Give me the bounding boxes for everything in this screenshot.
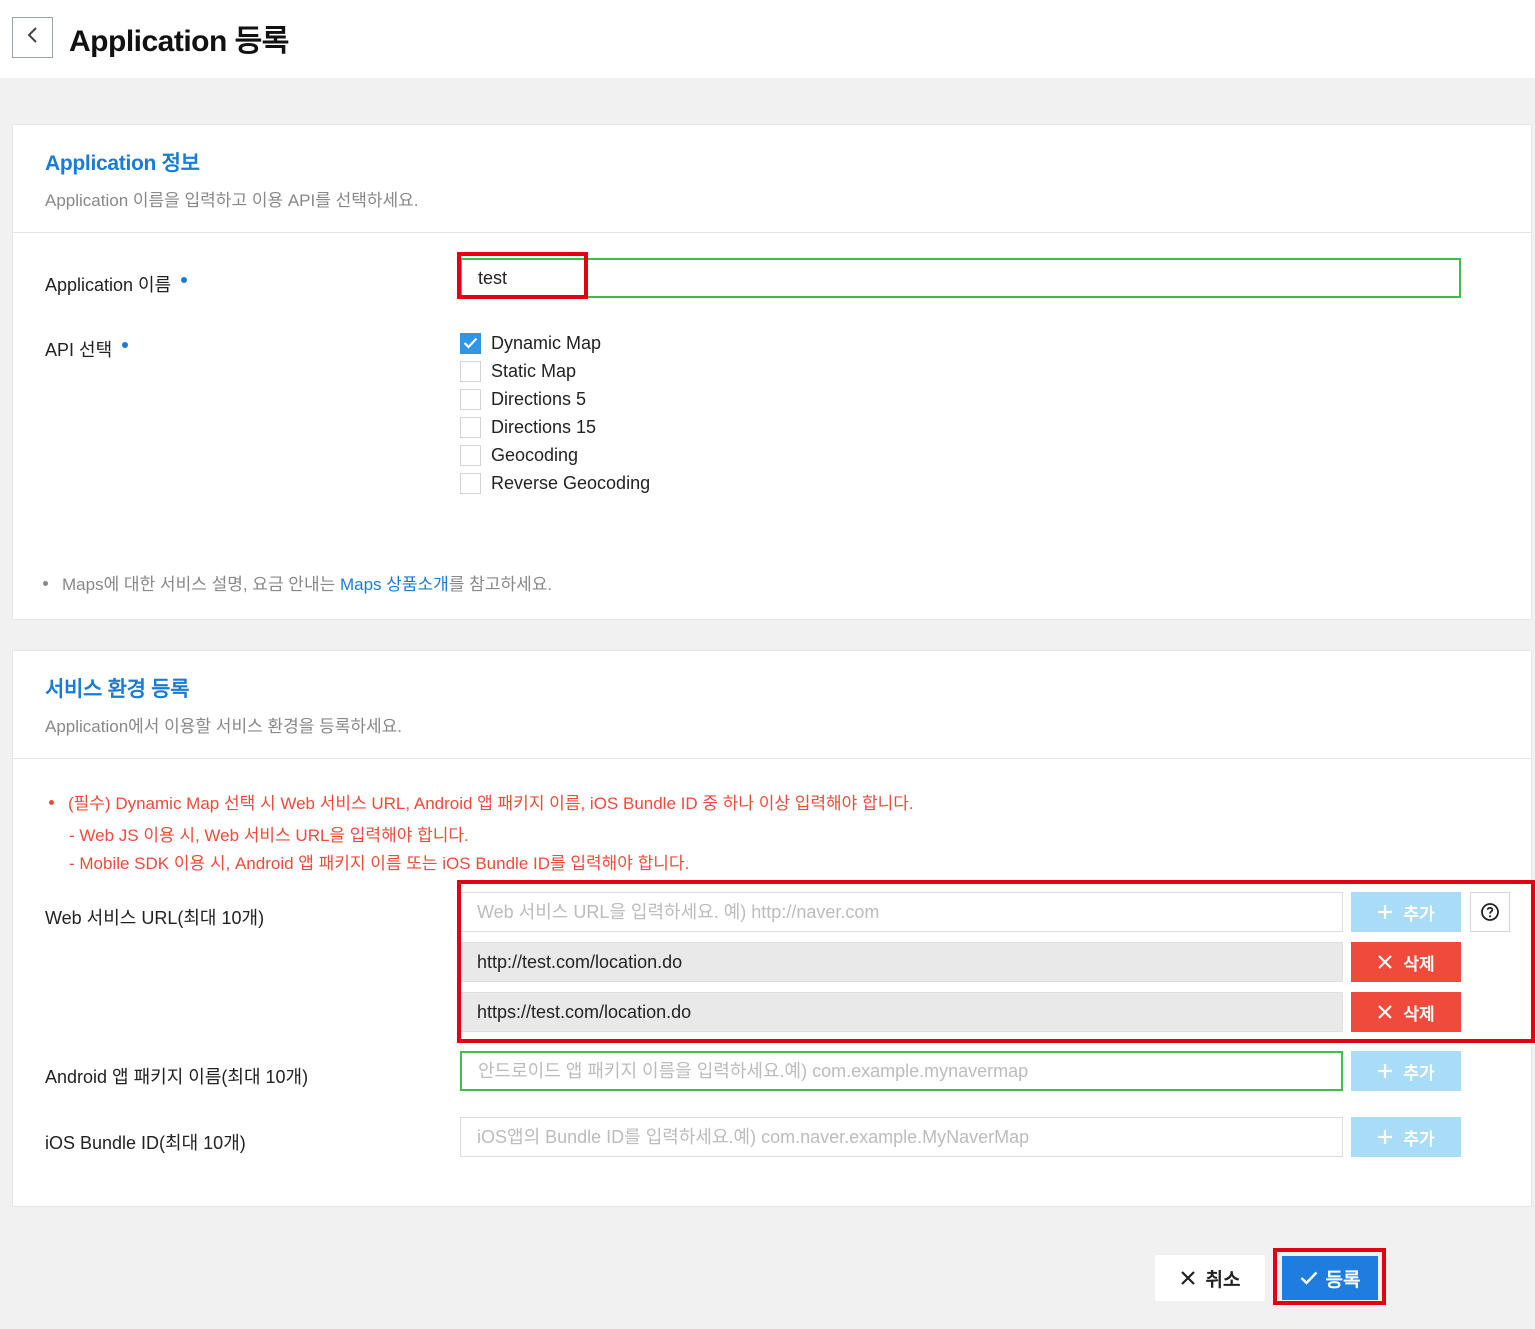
help-button[interactable] [1470,892,1510,932]
add-ios-bundle-button[interactable]: 추가 [1351,1117,1461,1157]
delete-web-url-button-1[interactable]: 삭제 [1351,942,1461,982]
api-checkbox-directions-15[interactable]: Directions 15 [460,416,596,438]
checkbox-unchecked[interactable] [460,416,481,438]
divider [13,232,1531,233]
web-url-label: Web 서비스 URL(최대 10개) [45,908,265,928]
app-name-label-text: Application 이름 [45,275,172,295]
api-label: Directions 5 [491,388,587,409]
divider [13,758,1531,759]
api-checkbox-reverse-geocoding[interactable]: Reverse Geocoding [460,472,650,494]
cancel-button[interactable]: 취소 [1155,1255,1265,1301]
add-android-package-button[interactable]: 추가 [1351,1051,1461,1091]
warning-main-text: (필수) Dynamic Map 선택 시 Web 서비스 URL, Andro… [68,794,914,813]
web-url-input[interactable] [460,892,1343,932]
api-checkbox-directions-5[interactable]: Directions 5 [460,388,586,410]
app-name-input[interactable] [460,258,1461,298]
plus-icon [1378,905,1393,919]
delete-label: 삭제 [1403,954,1435,974]
web-url-entry-2[interactable] [460,992,1343,1032]
required-warning: (필수) Dynamic Map 선택 시 Web 서비스 URL, Andro… [49,789,914,814]
required-dot [122,342,129,348]
api-select-label-text: API 선택 [45,340,113,360]
add-web-url-button[interactable]: 추가 [1351,892,1461,932]
top-bar: Application 등록 [0,0,1535,78]
delete-web-url-button-2[interactable]: 삭제 [1351,992,1461,1032]
submit-button[interactable]: 등록 [1282,1256,1378,1300]
back-button[interactable] [12,17,53,58]
maps-product-link[interactable]: Maps 상품소개 [340,575,449,594]
cancel-label: 취소 [1205,1269,1241,1291]
add-label: 추가 [1403,904,1435,924]
api-label: Geocoding [491,444,579,465]
api-select-label: API 선택 [45,336,129,362]
question-circle-icon [1481,903,1499,921]
section-desc-service-env: Application에서 이용할 서비스 환경을 등록하세요. [45,717,403,736]
close-icon [1378,955,1393,969]
submit-label: 등록 [1325,1269,1361,1291]
checkbox-unchecked[interactable] [460,444,481,466]
warning-sub-webjs: - Web JS 이용 시, Web 서비스 URL을 입력해야 합니다. [69,826,469,845]
check-icon [463,337,478,349]
android-package-label: Android 앱 패키지 이름(최대 10개) [45,1067,309,1087]
app-name-label: Application 이름 [45,271,188,297]
api-checkbox-static-map[interactable]: Static Map [460,360,576,382]
ios-bundle-input[interactable] [460,1117,1343,1157]
chevron-left-icon [26,26,40,49]
page-title: Application 등록 [69,25,289,58]
api-checkbox-dynamic-map[interactable]: Dynamic Map [460,332,601,354]
add-label: 추가 [1403,1063,1435,1083]
delete-label: 삭제 [1403,1004,1435,1024]
section-desc-app-info: Application 이름을 입력하고 이용 API를 선택하세요. [45,191,419,210]
add-label: 추가 [1403,1129,1435,1149]
checkbox-unchecked[interactable] [460,388,481,410]
checkbox-checked[interactable] [460,332,481,354]
section-title-service-env: 서비스 환경 등록 [45,678,190,701]
bullet [49,800,54,805]
api-label: Dynamic Map [491,332,602,353]
plus-icon [1378,1064,1393,1078]
note-text-suffix: 를 참고하세요. [448,575,553,594]
close-icon [1180,1271,1195,1285]
bullet [43,581,48,586]
api-checkbox-geocoding[interactable]: Geocoding [460,444,578,466]
note-text: Maps에 대한 서비스 설명, 요금 안내는 [62,575,340,594]
warning-sub-mobile: - Mobile SDK 이용 시, Android 앱 패키지 이름 또는 i… [69,854,690,873]
maps-info-note: Maps에 대한 서비스 설명, 요금 안내는 Maps 상품소개를 참고하세요… [43,570,552,595]
web-url-entry-1[interactable] [460,942,1343,982]
api-label: Directions 15 [491,416,597,437]
api-label: Reverse Geocoding [491,472,651,493]
plus-icon [1378,1130,1393,1144]
checkbox-unchecked[interactable] [460,360,481,382]
service-environment-card: 서비스 환경 등록 Application에서 이용할 서비스 환경을 등록하세… [12,650,1532,1207]
check-icon [1300,1271,1317,1285]
application-info-card: Application 정보 Application 이름을 입력하고 이용 A… [12,124,1532,620]
api-label: Static Map [491,360,577,381]
android-package-input[interactable] [460,1051,1343,1091]
section-title-app-info: Application 정보 [45,152,200,175]
close-icon [1378,1005,1393,1019]
checkbox-unchecked[interactable] [460,472,481,494]
ios-bundle-label: iOS Bundle ID(최대 10개) [45,1133,246,1153]
required-dot [181,277,188,283]
